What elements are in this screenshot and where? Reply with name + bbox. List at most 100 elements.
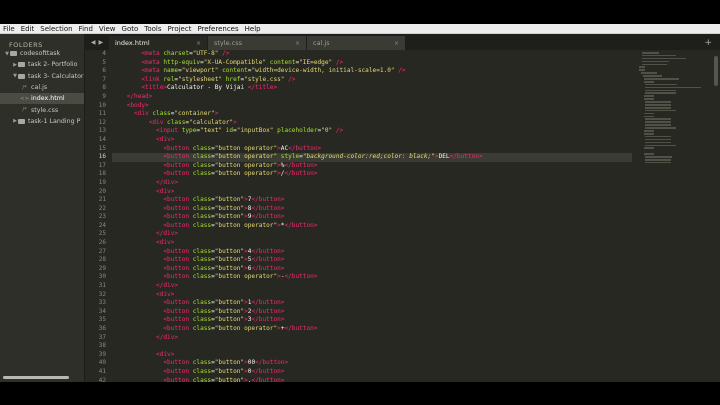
code-line[interactable]: <button class="button">8</button> (112, 205, 632, 214)
code-line[interactable]: <button class="button">6</button> (112, 265, 632, 274)
tab-index-html[interactable]: index.html × (109, 36, 207, 50)
menu-item-find[interactable]: Find (79, 24, 93, 34)
code-line[interactable]: <button class="button">3</button> (112, 316, 632, 325)
menu-item-project[interactable]: Project (168, 24, 192, 34)
menu-item-preferences[interactable]: Preferences (197, 24, 238, 34)
code-line[interactable]: <button class="button operator">/</butto… (112, 170, 632, 179)
tab-label: cal.js (313, 39, 330, 47)
sidebar-scrollbar[interactable] (3, 376, 69, 379)
menu-item-tools[interactable]: Tools (144, 24, 161, 34)
folder-icon (18, 62, 25, 68)
folder-item[interactable]: ▼ codesofttask (0, 48, 84, 59)
code-line[interactable]: </div> (112, 179, 632, 188)
code-line[interactable]: <button class="button">00</button> (112, 359, 632, 368)
code-token: "button" (214, 196, 245, 204)
code-line[interactable]: <button class="button operator">+</butto… (112, 325, 632, 334)
menu-item-goto[interactable]: Goto (122, 24, 139, 34)
code-token: <div> (156, 239, 175, 247)
line-number: 41 (98, 367, 106, 375)
code-line[interactable]: <div> (112, 291, 632, 300)
close-icon[interactable]: × (295, 40, 300, 47)
code-line[interactable]: <button class="button">9</button> (112, 213, 632, 222)
menu-item-edit[interactable]: Edit (21, 24, 35, 34)
code-line[interactable]: </div> (112, 282, 632, 291)
code-line[interactable]: <meta charset="UTF-8" /> (112, 50, 632, 59)
code-line[interactable]: <body> (112, 102, 632, 111)
line-number: 16 (98, 153, 106, 161)
close-icon[interactable]: × (196, 40, 201, 47)
code-line[interactable]: <button class="button">.</button> (112, 377, 632, 382)
tab-style-css[interactable]: style.css × (208, 36, 306, 50)
menu-item-help[interactable]: Help (245, 24, 261, 34)
code-line[interactable]: </div> (112, 230, 632, 239)
code-line[interactable]: <div class="calculator"> (112, 119, 632, 128)
code-line[interactable]: <input type="text" id="inputBox" placeho… (112, 127, 632, 136)
code-line[interactable]: <button class="button operator">-</butto… (112, 273, 632, 282)
code-line[interactable]: <button class="button operator">%</butto… (112, 162, 632, 171)
menu-item-view[interactable]: View (99, 24, 116, 34)
code-line[interactable]: <div class="container"> (112, 110, 632, 119)
code-token: content (218, 67, 248, 75)
code-line[interactable]: <button class="button">5</button> (112, 256, 632, 265)
code-line[interactable]: <div> (112, 188, 632, 197)
code-editor[interactable]: 4 5 6 7 8 9 10 11 12 13 14 15 16 17 18 19 20 21 22 23 24 25 26… (85, 50, 720, 382)
code-token: class (192, 325, 212, 332)
code-token: </button> (284, 170, 318, 178)
code-line[interactable]: <div> (112, 239, 632, 248)
left-arrow-icon[interactable]: ◀ (91, 39, 96, 46)
tab-cal-js[interactable]: cal.js × (307, 36, 405, 50)
folder-item[interactable]: ▼ task 3- Calculator (0, 71, 84, 82)
close-icon[interactable]: × (394, 40, 399, 47)
code-line[interactable]: </div> (112, 334, 632, 343)
code-token: class (192, 247, 212, 255)
code-token: "text" (200, 127, 223, 135)
code-token: "calculator" (189, 118, 234, 126)
code-line[interactable]: <meta http-equiv="X-UA-Compatible" conte… (112, 59, 632, 68)
code-line[interactable]: <button class="button operator">*</butto… (112, 222, 632, 231)
file-item[interactable]: /* style.css (0, 104, 84, 115)
code-token: content (266, 58, 296, 66)
minimap-line (645, 161, 672, 164)
code-line[interactable]: <link rel="stylesheet" href="style.css" … (112, 76, 632, 85)
file-item[interactable]: <> index.html (0, 93, 84, 105)
code-line[interactable]: <button class="button operator">AC</butt… (112, 145, 632, 154)
menu-item-file[interactable]: File (3, 24, 15, 34)
code-area[interactable]: <meta charset="UTF-8" /> <meta http-equi… (112, 50, 632, 382)
minimap[interactable] (637, 52, 701, 164)
minimap-line (645, 138, 672, 141)
line-number: 6 (102, 67, 106, 75)
code-line[interactable]: <button class="button">7</button> (112, 196, 632, 205)
code-token: http-equiv (163, 58, 201, 66)
editor-scrollbar[interactable] (714, 56, 718, 86)
file-icon: <> (20, 95, 30, 102)
code-token: class (192, 213, 212, 221)
minimap-line (645, 121, 672, 123)
code-line[interactable]: <button class="button">0</button> (112, 368, 632, 377)
code-line[interactable]: <button class="button">1</button> (112, 299, 632, 308)
tab-label: style.css (214, 39, 242, 47)
file-item[interactable]: /* cal.js (0, 82, 84, 93)
code-line[interactable]: <button class="button operator" style="b… (112, 153, 632, 162)
code-line[interactable]: <meta name="viewport" content="width=dev… (112, 67, 632, 76)
code-line[interactable]: </head> (112, 93, 632, 102)
code-line[interactable] (112, 342, 632, 351)
folder-item[interactable]: ▶ task-1 Landing P (0, 116, 84, 127)
plus-icon[interactable]: + (704, 36, 712, 50)
right-arrow-icon[interactable]: ▶ (99, 39, 104, 46)
folder-item[interactable]: ▶ task 2- Portfolio (0, 59, 84, 70)
code-line[interactable]: <div> (112, 136, 632, 145)
menu-item-selection[interactable]: Selection (40, 24, 72, 34)
code-line[interactable]: <div> (112, 351, 632, 360)
code-line[interactable]: <title>Calculator - By Vijai </title> (112, 84, 632, 93)
code-token: </button> (251, 213, 285, 221)
code-line[interactable]: <button class="button">2</button> (112, 308, 632, 317)
code-token: </head> (126, 92, 153, 100)
code-line[interactable]: <button class="button">4</button> (112, 248, 632, 257)
